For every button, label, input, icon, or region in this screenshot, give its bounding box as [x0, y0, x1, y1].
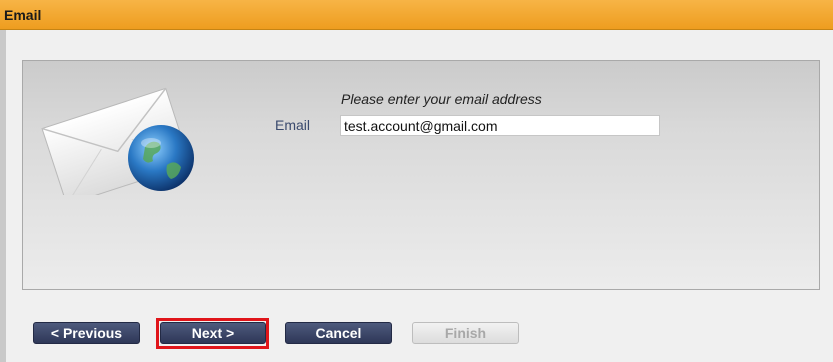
title-bar: Email: [0, 0, 833, 30]
window-left-edge: [0, 30, 6, 362]
window-title: Email: [4, 7, 42, 23]
email-prompt: Please enter your email address: [341, 91, 542, 107]
email-form-panel: Please enter your email address Email: [22, 60, 820, 290]
email-envelope-globe-icon: [41, 87, 194, 195]
finish-button: Finish: [412, 322, 519, 344]
cancel-button[interactable]: Cancel: [285, 322, 392, 344]
previous-button[interactable]: < Previous: [33, 322, 140, 344]
email-label: Email: [275, 117, 311, 133]
email-input[interactable]: [340, 115, 660, 136]
next-button-highlight: [156, 318, 269, 349]
